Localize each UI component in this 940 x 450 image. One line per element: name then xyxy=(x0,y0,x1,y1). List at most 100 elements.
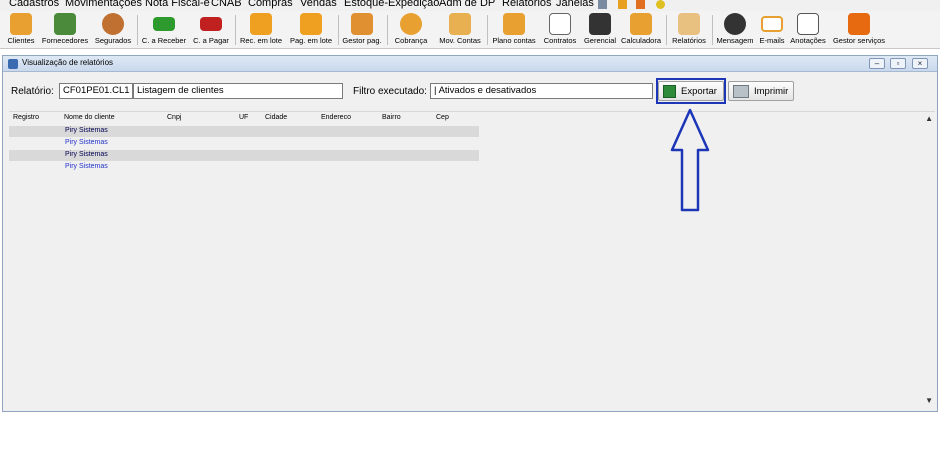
export-highlight-box xyxy=(656,78,726,104)
money-green-icon xyxy=(153,17,175,31)
toolbar: Clientes Fornecedores Segurados C. a Rec… xyxy=(0,11,940,49)
window-title: Visualização de relatórios xyxy=(22,58,114,67)
table-row[interactable]: Piry Sistemas xyxy=(9,150,479,161)
toolbar-pag-lote-button[interactable]: Pag. em lote xyxy=(287,11,335,49)
toolbar-gestor-pag-button[interactable]: Gestor pag. xyxy=(340,11,384,49)
window-titlebar: Visualização de relatórios – ▫ × xyxy=(3,56,937,72)
column-header-cidade[interactable]: Cidade xyxy=(265,114,287,121)
menu-cnab[interactable]: CNAB xyxy=(211,0,242,9)
toolbar-clientes-button[interactable]: Clientes xyxy=(4,11,38,49)
dollar-icon xyxy=(300,13,322,35)
phone-icon xyxy=(400,13,422,35)
toolbar-separator xyxy=(666,15,667,45)
info-icon[interactable] xyxy=(656,0,665,9)
segurados-icon xyxy=(102,13,124,35)
toolbar-label: Segurados xyxy=(94,36,132,45)
column-header-registro[interactable]: Registro xyxy=(13,114,39,121)
toolbar-cobranca-button[interactable]: Cobrança xyxy=(390,11,432,49)
toolbar-gestor-servicos-button[interactable]: Gestor serviços xyxy=(830,11,888,49)
toolbar-mensagem-button[interactable]: Mensagem xyxy=(715,11,755,49)
lock-icon[interactable] xyxy=(618,0,627,9)
toolbar-label: Calculadora xyxy=(620,36,662,45)
report-code-field[interactable]: CF01PE01.CL1 xyxy=(59,83,133,99)
fornecedores-icon xyxy=(54,13,76,35)
grid-header: Registro Nome do cliente Cnpj UF Cidade … xyxy=(9,112,479,126)
toolbar-segurados-button[interactable]: Segurados xyxy=(92,11,134,49)
toolbar-separator xyxy=(338,15,339,45)
cell-nome-cliente: Piry Sistemas xyxy=(65,127,108,134)
report-name-field[interactable]: Listagem de clientes xyxy=(133,83,343,99)
menu-vendas[interactable]: Vendas xyxy=(300,0,337,9)
menu-movimentacoes[interactable]: Movimentações xyxy=(65,0,142,9)
printer-icon xyxy=(733,85,749,98)
calculator-small-icon[interactable] xyxy=(598,0,607,9)
menu-bar: Cadastros Movimentações Nota Fiscal-e CN… xyxy=(0,0,940,11)
toolbar-label: Plano contas xyxy=(492,36,536,45)
window-app-icon xyxy=(8,59,18,69)
column-header-bairro[interactable]: Bairro xyxy=(382,114,401,121)
toolbar-anotacoes-button[interactable]: Anotações xyxy=(789,11,827,49)
toolbar-calculadora-button[interactable]: Calculadora xyxy=(620,11,662,49)
toolbar-separator xyxy=(487,15,488,45)
menu-adm-dp[interactable]: Adm de DP xyxy=(439,0,495,9)
menu-relatorios[interactable]: Relatórios xyxy=(502,0,552,9)
toolbar-label: C. a Receber xyxy=(141,36,187,45)
scroll-down-arrow-icon[interactable]: ▼ xyxy=(925,396,933,405)
toolbar-separator xyxy=(137,15,138,45)
scroll-up-arrow-icon[interactable]: ▲ xyxy=(925,114,933,123)
print-button[interactable]: Imprimir xyxy=(728,81,794,101)
close-button[interactable]: × xyxy=(912,58,928,69)
table-row[interactable]: Piry Sistemas xyxy=(9,126,479,137)
annotation-arrow-up-icon xyxy=(670,108,710,212)
cell-nome-cliente: Piry Sistemas xyxy=(65,139,108,146)
folder-icon xyxy=(678,13,700,35)
home-icon[interactable] xyxy=(636,0,645,9)
minimize-button[interactable]: – xyxy=(869,58,885,69)
toolbar-mov-contas-button[interactable]: Mov. Contas xyxy=(436,11,484,49)
filter-label: Filtro executado: xyxy=(353,86,427,97)
plano-contas-icon xyxy=(503,13,525,35)
report-grid: Registro Nome do cliente Cnpj UF Cidade … xyxy=(9,111,935,411)
document-icon xyxy=(549,13,571,35)
menu-cadastros[interactable]: Cadastros xyxy=(9,0,59,9)
restore-button[interactable]: ▫ xyxy=(890,58,906,69)
toolbar-label: Fornecedores xyxy=(41,36,89,45)
report-window: Visualização de relatórios – ▫ × Relatór… xyxy=(2,55,938,412)
dollar-icon xyxy=(250,13,272,35)
toolbar-emails-button[interactable]: E-mails xyxy=(757,11,787,49)
column-header-nome[interactable]: Nome do cliente xyxy=(64,114,115,121)
annotation-arrow-shape xyxy=(670,108,710,212)
column-header-endereco[interactable]: Endereco xyxy=(321,114,351,121)
toolbar-label: Clientes xyxy=(7,36,35,45)
toolbar-label: C. a Pagar xyxy=(193,36,229,45)
toolbar-relatorios-button[interactable]: Relatórios xyxy=(669,11,709,49)
toolbar-gerencial-button[interactable]: Gerencial xyxy=(582,11,618,49)
table-row[interactable]: Piry Sistemas xyxy=(9,138,479,149)
toolbar-plano-contas-button[interactable]: Plano contas xyxy=(490,11,538,49)
report-form-row: Relatório: CF01PE01.CL1 Listagem de clie… xyxy=(3,78,937,104)
menu-compras[interactable]: Compras xyxy=(248,0,293,9)
envelope-icon xyxy=(761,16,783,32)
menu-nota-fiscal[interactable]: Nota Fiscal-e xyxy=(145,0,210,9)
print-button-label: Imprimir xyxy=(754,86,789,97)
table-row[interactable]: Piry Sistemas xyxy=(9,162,479,173)
column-header-cnpj[interactable]: Cnpj xyxy=(167,114,181,121)
toolbar-label: Pag. em lote xyxy=(289,36,333,45)
toolbar-receber-button[interactable]: C. a Receber xyxy=(140,11,188,49)
toolbar-label: Mensagem xyxy=(716,36,754,45)
calculator-icon xyxy=(630,13,652,35)
toolbar-contratos-button[interactable]: Contratos xyxy=(540,11,580,49)
filter-value-field[interactable]: | Ativados e desativados xyxy=(430,83,653,99)
toolbar-pagar-button[interactable]: C. a Pagar xyxy=(190,11,232,49)
menu-janelas[interactable]: Janelas xyxy=(556,0,594,9)
report-label: Relatório: xyxy=(11,86,54,97)
toolbar-label: Relatórios xyxy=(672,36,706,45)
toolbar-separator xyxy=(387,15,388,45)
toolbar-fornecedores-button[interactable]: Fornecedores xyxy=(40,11,90,49)
menu-estoque[interactable]: Estoque-Expedição xyxy=(344,0,439,9)
column-header-cep[interactable]: Cep xyxy=(436,114,449,121)
money-red-icon xyxy=(200,17,222,31)
toolbar-rec-lote-button[interactable]: Rec. em lote xyxy=(238,11,284,49)
column-header-uf[interactable]: UF xyxy=(239,114,248,121)
chart-up-icon xyxy=(589,13,611,35)
